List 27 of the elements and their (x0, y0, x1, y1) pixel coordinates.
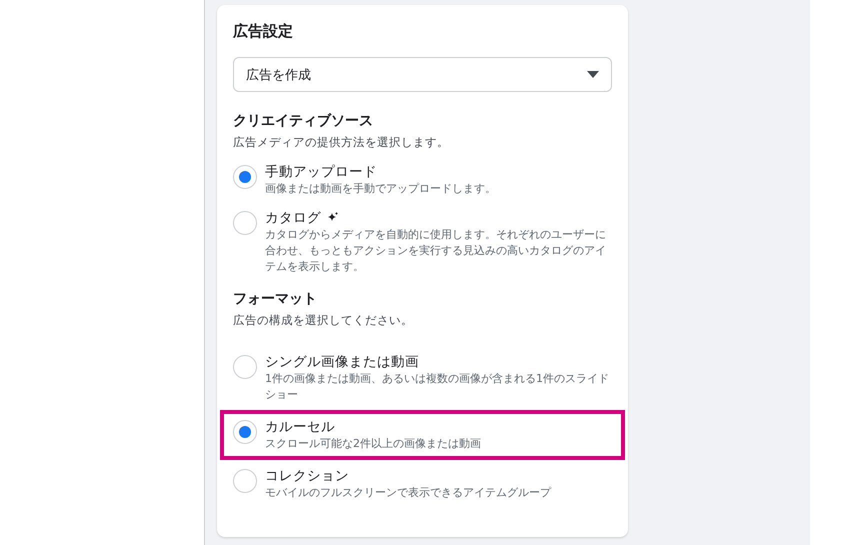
section-description: 広告の構成を選択してください。 (233, 312, 414, 328)
highlighted-option[interactable]: カルーセル スクロール可能な2件以上の画像または動画 (220, 410, 625, 460)
option-label: 手動アップロード (265, 163, 377, 181)
option-description: スクロール可能な2件以上の画像または動画 (265, 436, 481, 452)
section-description: 広告メディアの提供方法を選択します。 (233, 134, 450, 150)
radio-button[interactable] (233, 355, 257, 379)
radio-button[interactable] (233, 420, 257, 444)
option-label: コレクション (265, 467, 349, 485)
radio-option[interactable]: 手動アップロード 画像または動画を手動でアップロードします。 (220, 158, 625, 202)
option-description: 画像または動画を手動でアップロードします。 (265, 181, 496, 197)
radio-button[interactable] (233, 211, 257, 235)
radio-button[interactable] (233, 165, 257, 189)
radio-option[interactable]: カタログ カタログからメディアを自動的に使用します。それぞれのユーザーに合わせ、もっともアクションを実行する見込みの高いカタログのアイテムを表示します。 (220, 204, 625, 280)
option-label: シングル画像または動画 (265, 353, 419, 371)
option-description: モバイルのフルスクリーンで表示できるアイテムグループ (265, 485, 551, 501)
radio-button[interactable] (233, 469, 257, 493)
option-description: カタログからメディアを自動的に使用します。それぞれのユーザーに合わせ、もっともアクションを実行する見込みの高いカタログのアイテムを表示します。 (265, 227, 607, 275)
option-description: 1件の画像または動画、あるいは複数の画像が含まれる1件のスライドショー (265, 371, 610, 403)
ad-type-dropdown[interactable]: 広告を作成 (233, 57, 612, 92)
radio-option[interactable]: コレクション モバイルのフルスクリーンで表示できるアイテムグループ (220, 462, 625, 506)
section-heading: クリエイティブソース (233, 112, 374, 130)
caret-icon (587, 71, 599, 78)
option-label: カタログ (265, 209, 321, 227)
radio-option[interactable]: シングル画像または動画 1件の画像または動画、あるいは複数の画像が含まれる1件のスライドショー (220, 348, 625, 408)
card-title: 広告設定 (233, 21, 294, 41)
option-label: カルーセル (265, 418, 335, 436)
section-heading: フォーマット (233, 290, 318, 308)
